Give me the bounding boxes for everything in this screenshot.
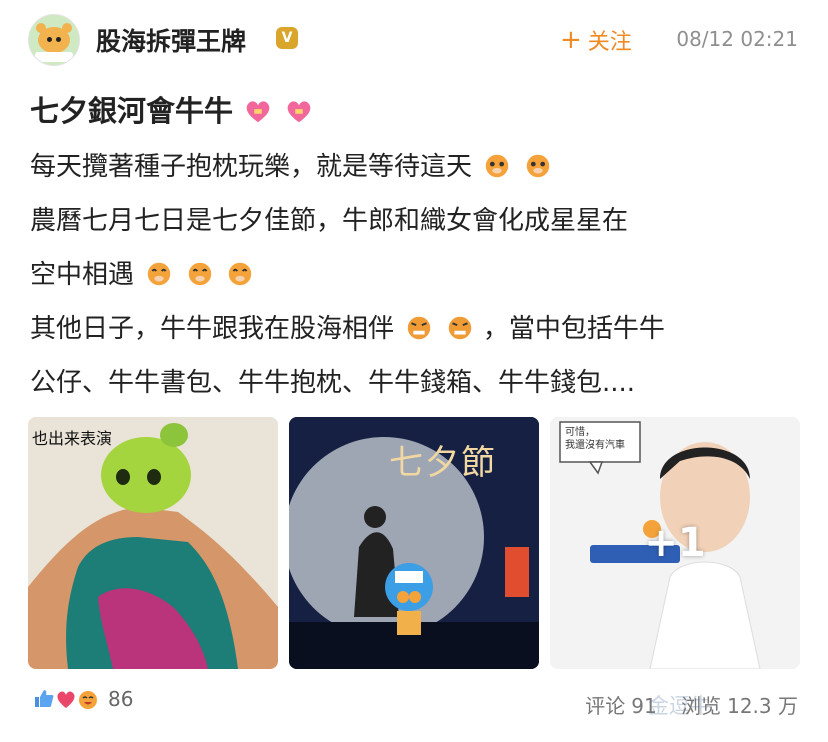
post-title: 七夕銀河會牛牛 xyxy=(30,94,234,128)
post-header: 股海拆彈王牌 V + 关注 08/12 02:21 xyxy=(0,0,828,80)
angry-bull-icon xyxy=(448,316,471,340)
angry-bull-icon xyxy=(408,316,431,340)
verified-icon: V xyxy=(276,27,298,49)
post-line: 空中相遇 xyxy=(30,248,800,302)
avatar-eye-right xyxy=(56,37,61,42)
view-label: 浏览 xyxy=(681,694,722,718)
happy-bull-icon xyxy=(188,262,211,286)
avatar[interactable] xyxy=(28,14,80,66)
image-grid: 也出来表演 七夕節 可惜， 我還沒有汽車 +1 xyxy=(28,417,800,669)
post-text: 每天攬著種子抱枕玩樂，就是等待這天 xyxy=(30,152,473,182)
post-text: 其他日子，牛牛跟我在股海相伴 xyxy=(30,314,395,344)
laugh-bull-icon xyxy=(79,691,97,709)
gymnast-photo-thumbnail[interactable]: 也出来表演 xyxy=(28,417,278,669)
excited-bull-icon xyxy=(486,154,509,178)
sparkling-heart-icon xyxy=(287,101,310,123)
post-body: 七夕銀河會牛牛 每天攬著種子抱枕玩樂，就是等待這天 農曆七月七日是七夕佳節，牛郎… xyxy=(30,84,800,410)
image-caption: 七夕節 xyxy=(389,443,497,483)
follow-button[interactable]: + 关注 xyxy=(560,24,632,56)
more-images-badge[interactable]: +1 xyxy=(550,417,800,669)
comment-count: 91 xyxy=(631,694,657,718)
post-text: ，當中包括牛牛 xyxy=(482,314,665,344)
avatar-base xyxy=(35,52,73,62)
post-time: 08/12 02:21 xyxy=(676,27,798,51)
username[interactable]: 股海拆彈王牌 xyxy=(96,22,246,58)
thumbs-up-icon xyxy=(35,690,54,707)
sparkling-heart-icon xyxy=(246,101,270,123)
comment-label[interactable]: 评论 xyxy=(585,694,625,718)
plus-icon: + xyxy=(560,25,582,55)
image-caption: 也出来表演 xyxy=(32,429,113,448)
reaction-count: 86 xyxy=(108,687,134,711)
qixi-festival-thumbnail[interactable]: 七夕節 xyxy=(289,417,539,669)
post-stats: 评论 91 浏览 12.3 万 xyxy=(579,690,798,719)
follow-label: 关注 xyxy=(587,30,632,55)
person-photo-thumbnail[interactable]: 可惜， 我還沒有汽車 +1 xyxy=(550,417,800,669)
avatar-eye-left xyxy=(47,37,52,42)
happy-bull-icon xyxy=(148,262,171,286)
post-title-line: 七夕銀河會牛牛 xyxy=(30,84,800,140)
post-line: 其他日子，牛牛跟我在股海相伴 ，當中包括牛牛 xyxy=(30,302,800,356)
excited-bull-icon xyxy=(526,154,549,178)
avatar-face xyxy=(38,27,70,53)
post-text: 空中相遇 xyxy=(30,260,135,290)
post-line: 每天攬著種子抱枕玩樂，就是等待這天 xyxy=(30,140,800,194)
reactions[interactable]: 86 xyxy=(32,687,133,711)
post-footer: 86 金逗牛 评论 91 浏览 12.3 万 xyxy=(0,682,828,732)
gymnast-photo-icon xyxy=(28,417,278,669)
post-line: 公仔、牛牛書包、牛牛抱枕、牛牛錢箱、牛牛錢包.... xyxy=(30,368,636,398)
post-line: 農曆七月七日是七夕佳節，牛郎和織女會化成星星在 xyxy=(30,206,629,236)
view-count: 12.3 万 xyxy=(727,694,798,718)
heart-icon xyxy=(57,691,75,708)
happy-bull-icon xyxy=(228,262,252,286)
